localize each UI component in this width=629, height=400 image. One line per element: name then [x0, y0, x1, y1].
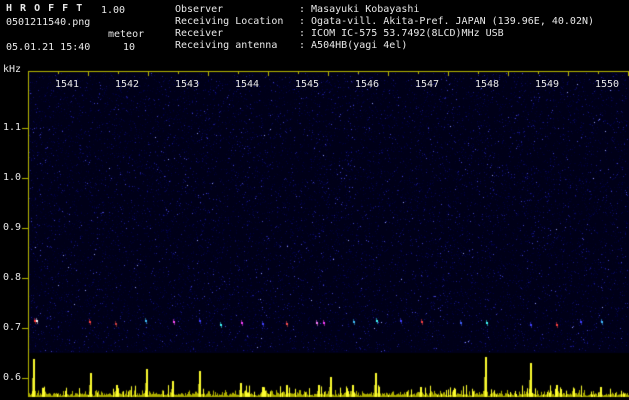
receiving-location-value: : Ogata-vill. Akita-Pref. JAPAN (139.96E…: [299, 16, 595, 27]
freq-label-0-6: 0.6: [3, 372, 22, 383]
observer-label: Observer: [175, 4, 224, 15]
time-label-1545: 1545: [294, 79, 320, 90]
time-label-1541: 1541: [54, 79, 80, 90]
app-version: 1.00: [101, 5, 126, 16]
time-label-1546: 1546: [354, 79, 380, 90]
freq-label-0-7: 0.7: [3, 322, 22, 333]
observer-value: : Masayuki Kobayashi: [299, 4, 420, 15]
time-label-1542: 1542: [114, 79, 140, 90]
time-label-1549: 1549: [534, 79, 560, 90]
spectrogram-canvas: [0, 0, 629, 400]
receiver-label: Receiver: [175, 28, 224, 39]
receiving-antenna-label: Receiving antenna: [175, 40, 278, 51]
freq-unit-label: kHz: [3, 64, 22, 75]
output-filename: 0501211540.png: [6, 17, 91, 28]
time-label-1547: 1547: [414, 79, 440, 90]
app-title: H R O F F T: [6, 3, 84, 14]
observation-mode: meteor: [108, 29, 145, 40]
freq-label-0-9: 0.9: [3, 222, 22, 233]
time-label-1544: 1544: [234, 79, 260, 90]
receiving-antenna-value: : A504HB(yagi 4el): [299, 40, 408, 51]
receiver-value: : ICOM IC-575 53.7492(8LCD)MHz USB: [299, 28, 504, 39]
receiving-location-label: Receiving Location: [175, 16, 284, 27]
observation-datetime: 05.01.21 15:40: [6, 42, 91, 53]
freq-label-1-0: 1.0: [3, 172, 22, 183]
time-label-1543: 1543: [174, 79, 200, 90]
time-label-1548: 1548: [474, 79, 500, 90]
interval-minutes: 10: [123, 42, 136, 53]
time-label-1550: 1550: [594, 79, 620, 90]
freq-label-0-8: 0.8: [3, 272, 22, 283]
hrofft-screenshot: H R O F F T 1.00 0501211540.png meteor 0…: [0, 0, 629, 400]
freq-label-1-1: 1.1: [3, 122, 22, 133]
